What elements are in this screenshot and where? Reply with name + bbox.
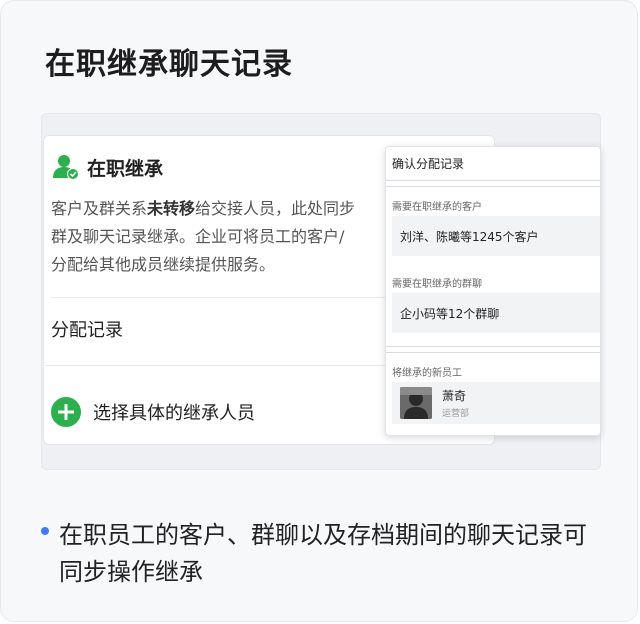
- plus-icon: [51, 397, 81, 427]
- feature-card: 在职继承聊天记录 在职继承 客户及群关系未转移给交接人员，此处同步 群及聊天记录…: [0, 0, 638, 622]
- user-check-icon: [53, 155, 79, 180]
- employee-label: 将继承的新员工: [392, 368, 462, 379]
- inheritance-title: 在职继承: [87, 157, 164, 180]
- dialog-title: 确认分配记录: [392, 157, 465, 171]
- customers-value: 刘洋、陈曦等1245个客户: [392, 216, 600, 256]
- avatar: [400, 387, 432, 419]
- divider: [386, 346, 600, 347]
- groups-label: 需要在职继承的群聊: [392, 279, 482, 290]
- divider: [386, 186, 600, 187]
- inheritance-header: 在职继承: [53, 153, 163, 181]
- confirm-allocation-dialog: 确认分配记录 需要在职继承的客户 刘洋、陈曦等1245个客户 需要在职继承的群聊…: [385, 146, 601, 436]
- bullet-dot: [41, 527, 49, 535]
- divider: [386, 180, 600, 181]
- select-successor-label: 选择具体的继承人员: [93, 403, 255, 424]
- employee-row: 萧奇 运营部: [392, 382, 600, 424]
- employee-dept: 运营部: [442, 409, 470, 419]
- select-successor-button[interactable]: 选择具体的继承人员: [51, 397, 255, 427]
- employee-name: 萧奇: [442, 389, 467, 403]
- divider: [51, 297, 391, 298]
- inheritance-description: 客户及群关系未转移给交接人员，此处同步 群及聊天记录继承。企业可将员工的客户/ …: [51, 199, 356, 274]
- allocation-record-link[interactable]: 分配记录: [51, 316, 123, 342]
- feature-note: 在职员工的客户、群聊以及存档期间的聊天记录可同步操作继承: [59, 521, 587, 586]
- page-title: 在职继承聊天记录: [45, 47, 293, 82]
- customers-label: 需要在职继承的客户: [392, 202, 482, 213]
- groups-value: 企小码等12个群聊: [392, 293, 600, 333]
- divider: [386, 352, 600, 353]
